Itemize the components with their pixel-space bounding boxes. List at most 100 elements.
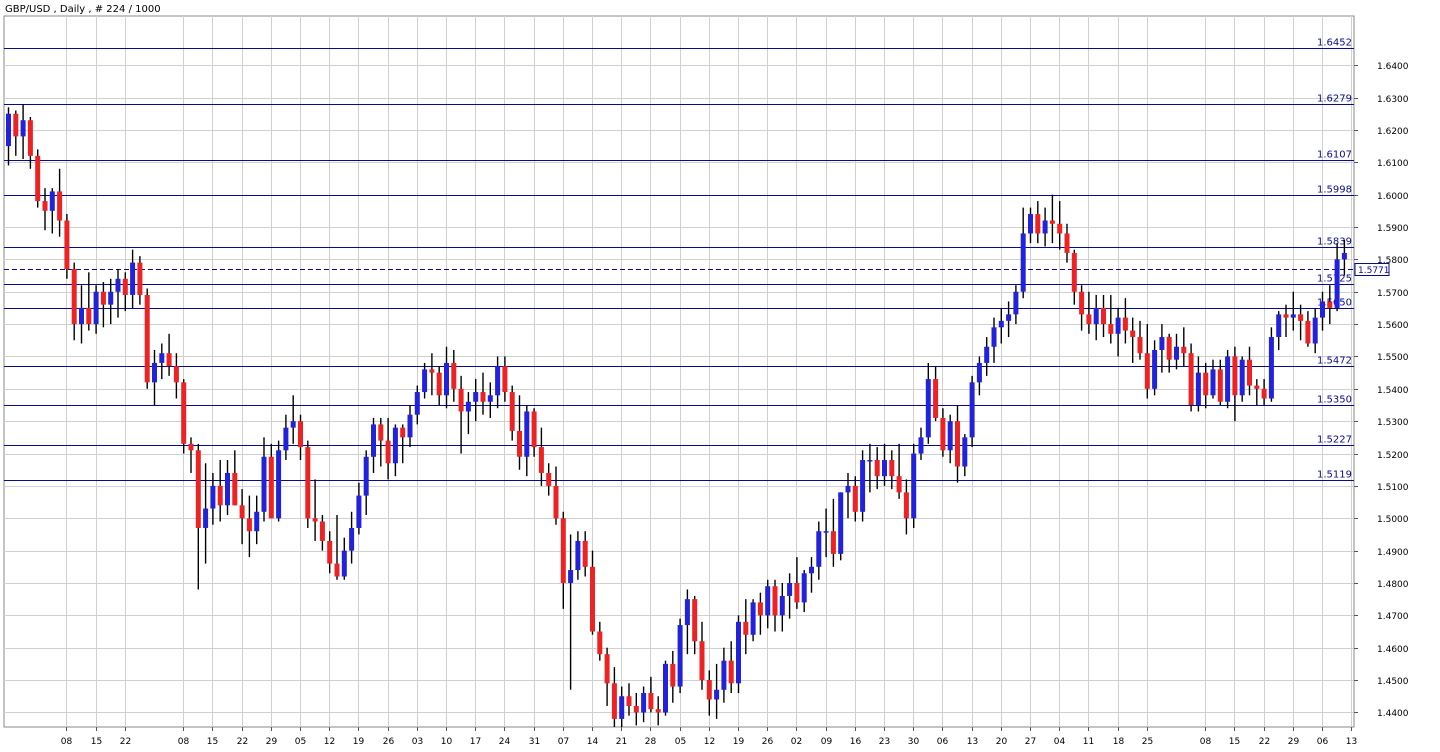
candle-body — [619, 696, 625, 719]
candle-body — [1232, 356, 1238, 396]
candle-body — [1042, 220, 1048, 234]
candle-body — [611, 683, 617, 719]
candle-body — [991, 327, 997, 347]
candle-body — [918, 437, 924, 454]
candle-body — [232, 472, 238, 506]
candle-body — [1181, 346, 1187, 354]
x-tick-label: 21 — [616, 737, 627, 747]
candle-body — [575, 540, 581, 571]
y-tick-label: 1.5700 — [1377, 289, 1409, 299]
candle-body — [392, 427, 398, 464]
y-tick-label: 1.5600 — [1377, 321, 1409, 331]
candle-body — [341, 550, 347, 577]
x-tick-label: 10 — [441, 737, 453, 747]
x-tick-label: 16 — [850, 737, 862, 747]
candle-body — [743, 621, 749, 635]
candle-body — [911, 453, 917, 519]
y-tick-label: 1.6300 — [1377, 95, 1409, 105]
x-tick-label: 13 — [1346, 737, 1357, 747]
candle-body — [925, 379, 931, 438]
candle-body — [122, 278, 128, 295]
candle-body — [677, 625, 683, 687]
candle — [677, 618, 683, 694]
x-tick-label: 15 — [1229, 737, 1240, 747]
candle-body — [1159, 337, 1165, 350]
candle-body — [706, 680, 712, 700]
y-tick-label: 1.5200 — [1377, 451, 1409, 461]
candle-body — [728, 660, 734, 684]
candle-body — [1305, 320, 1311, 344]
candle-body — [721, 660, 727, 690]
candle-body — [305, 447, 311, 519]
candle — [736, 615, 741, 694]
candle-body — [363, 456, 369, 496]
x-tick-label: 24 — [499, 737, 511, 747]
candle-body — [809, 566, 814, 574]
y-tick-label: 1.5900 — [1377, 224, 1409, 234]
x-tick-label: 02 — [791, 737, 802, 747]
x-tick-label: 17 — [470, 737, 481, 747]
candle-body — [597, 631, 603, 655]
x-tick-label: 12 — [704, 737, 715, 747]
candle-body — [546, 472, 552, 486]
candle-body — [903, 492, 909, 519]
candle-body — [283, 427, 289, 451]
candle-body — [560, 518, 566, 583]
candle-body — [246, 518, 252, 532]
candle-body — [590, 566, 595, 632]
candle-body — [1130, 330, 1136, 338]
candle-body — [276, 450, 282, 519]
candle-body — [20, 120, 26, 137]
candle-body — [1327, 301, 1333, 308]
candle-body — [1144, 353, 1150, 389]
candle-body — [757, 602, 763, 616]
candle-body — [378, 424, 384, 441]
candle-body — [465, 401, 471, 412]
y-tick-label: 1.6000 — [1377, 192, 1409, 202]
candle-body — [1188, 353, 1194, 405]
x-tick-label: 12 — [324, 737, 335, 747]
candle-body — [1166, 337, 1172, 360]
y-tick-label: 1.4800 — [1377, 580, 1409, 590]
y-tick-label: 1.4700 — [1377, 612, 1409, 622]
candle-body — [93, 291, 99, 325]
candle-body — [502, 366, 508, 393]
candle-body — [1108, 324, 1114, 334]
chart-plot-background — [3, 15, 1355, 728]
y-tick-label: 1.4900 — [1377, 548, 1409, 558]
candle-body — [553, 485, 559, 519]
candle-body — [451, 362, 457, 389]
candle-body — [1254, 385, 1260, 389]
x-tick-label: 23 — [879, 737, 890, 747]
candle-body — [144, 294, 150, 383]
candle — [838, 492, 844, 561]
candle — [144, 288, 150, 389]
candle-body — [1115, 317, 1121, 334]
candle-body — [1122, 317, 1128, 331]
price-axis: 1.64001.63001.62001.61001.60001.59001.58… — [1354, 62, 1409, 719]
candle-body — [641, 693, 647, 713]
candle-body — [1261, 388, 1267, 399]
candle-body — [1225, 356, 1231, 402]
x-tick-label: 30 — [908, 737, 920, 747]
candle-body — [1049, 220, 1055, 224]
candle-body — [79, 307, 84, 325]
level-label: 1.5725 — [1317, 274, 1352, 285]
candle-body — [604, 654, 610, 684]
candle-body — [254, 511, 260, 532]
candle-body — [670, 663, 676, 687]
candle-body — [49, 191, 55, 211]
x-tick-label: 13 — [967, 737, 978, 747]
level-label: 1.5998 — [1317, 185, 1352, 196]
candle-body — [568, 570, 574, 583]
candle-body — [787, 582, 793, 596]
candle-body — [830, 531, 836, 554]
candle-body — [400, 427, 406, 438]
x-tick-label: 25 — [1142, 737, 1153, 747]
y-tick-label: 1.5100 — [1377, 483, 1409, 493]
y-tick-label: 1.4400 — [1377, 709, 1409, 719]
candle-body — [1210, 369, 1216, 396]
candle-body — [100, 291, 106, 305]
candle-body — [42, 201, 48, 211]
candle-body — [1217, 369, 1223, 402]
